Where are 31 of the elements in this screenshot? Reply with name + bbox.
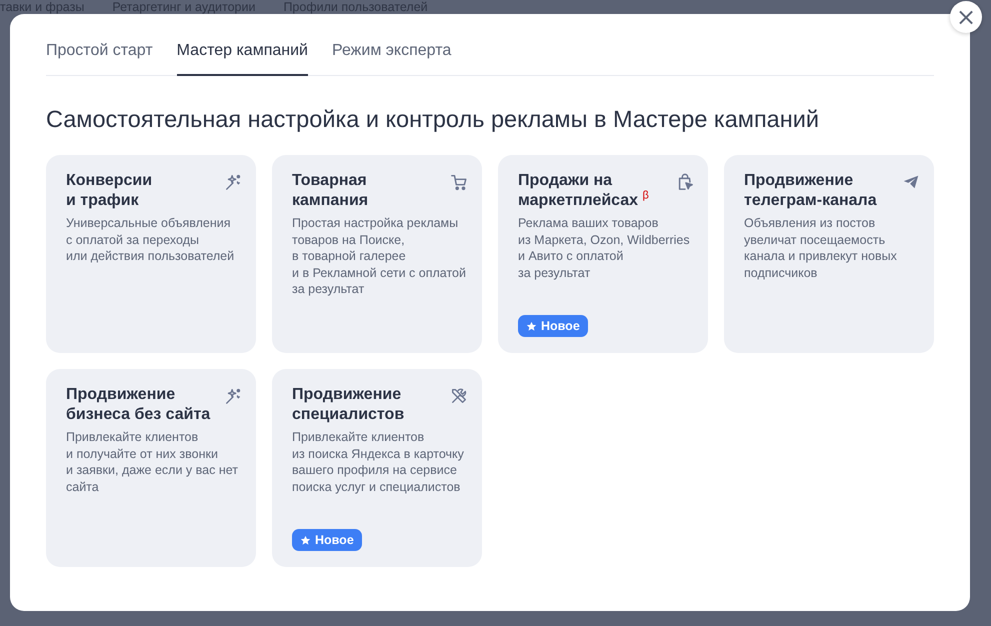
campaign-card[interactable]: Товарная кампания Простая настройка рекламы товаров на Поиске, в товарной галерее и в Рекламной сети с оплатой за результат bbox=[272, 155, 482, 353]
tab[interactable]: Простой старт bbox=[46, 42, 153, 76]
card-title: Продажи на маркетплейсах $^{β}$ bbox=[518, 171, 649, 211]
card-description: Объявления из постов увеличат посещаемость канала и привлекут новых подписчиков bbox=[744, 215, 898, 281]
card-title: Товарная кампания bbox=[292, 171, 368, 211]
cart-icon bbox=[450, 173, 468, 191]
campaign-card[interactable]: Конверсии и трафик Универсальные объявления с оплатой за переходы или действия пользователей bbox=[46, 155, 256, 353]
shopping-bag-icon bbox=[676, 173, 694, 191]
campaign-card[interactable]: Продажи на маркетплейсах $^{β}$ Реклама ваших товаров из Маркета, Ozon, Wildberries и Авито с оплатой за результат Новое bbox=[498, 155, 708, 353]
card-description: Реклама ваших товаров из Маркета, Ozon, Wildberries и Авито с оплатой за результат bbox=[518, 215, 691, 281]
campaign-card[interactable]: Продвижение специалистов Привлекайте клиентов из поиска Яндекса в карточку вашего профиля на сервисе поиска услуг и специалистов Новое bbox=[272, 369, 482, 567]
new-badge: Новое bbox=[292, 529, 362, 551]
new-badge: Новое bbox=[518, 315, 588, 337]
tab[interactable]: Мастер кампаний bbox=[176, 42, 308, 76]
card-title: Продвижение телеграм-канала bbox=[744, 171, 877, 211]
magic-wand-icon bbox=[224, 387, 242, 405]
card-description: Универсальные объявления с оплатой за переходы или действия пользователей bbox=[66, 215, 236, 264]
card-description: Простая настройка рекламы товаров на Поиске, в товарной галерее и в Рекламной сети с оплатой за результат bbox=[292, 215, 467, 298]
dialog-heading: Самостоятельная настройка и контроль рекламы в Мастере кампаний bbox=[46, 106, 820, 133]
tools-icon bbox=[450, 387, 468, 405]
card-title: Конверсии и трафик bbox=[66, 171, 152, 211]
close-button[interactable]: × bbox=[950, 1, 982, 33]
card-title: Продвижение бизнеса без сайта bbox=[66, 385, 210, 425]
magic-wand-icon bbox=[224, 173, 242, 191]
card-title: Продвижение специалистов bbox=[292, 385, 404, 425]
campaign-card[interactable]: Продвижение телеграм-канала Объявления из постов увеличат посещаемость канала и привлекут новых подписчиков bbox=[724, 155, 934, 353]
card-description: Привлекайте клиентов и получайте от них звонки и заявки, даже если у вас нет сайта bbox=[66, 429, 239, 495]
tab[interactable]: Режим эксперта bbox=[332, 42, 452, 76]
card-description: Привлекайте клиентов из поиска Яндекса в карточку вашего профиля на сервисе поиска услуг и специалистов bbox=[292, 429, 465, 495]
campaign-card[interactable]: Продвижение бизнеса без сайта Привлекайте клиентов и получайте от них звонки и заявки, даже если у вас нет сайта bbox=[46, 369, 256, 567]
paper-plane-icon bbox=[902, 173, 920, 191]
